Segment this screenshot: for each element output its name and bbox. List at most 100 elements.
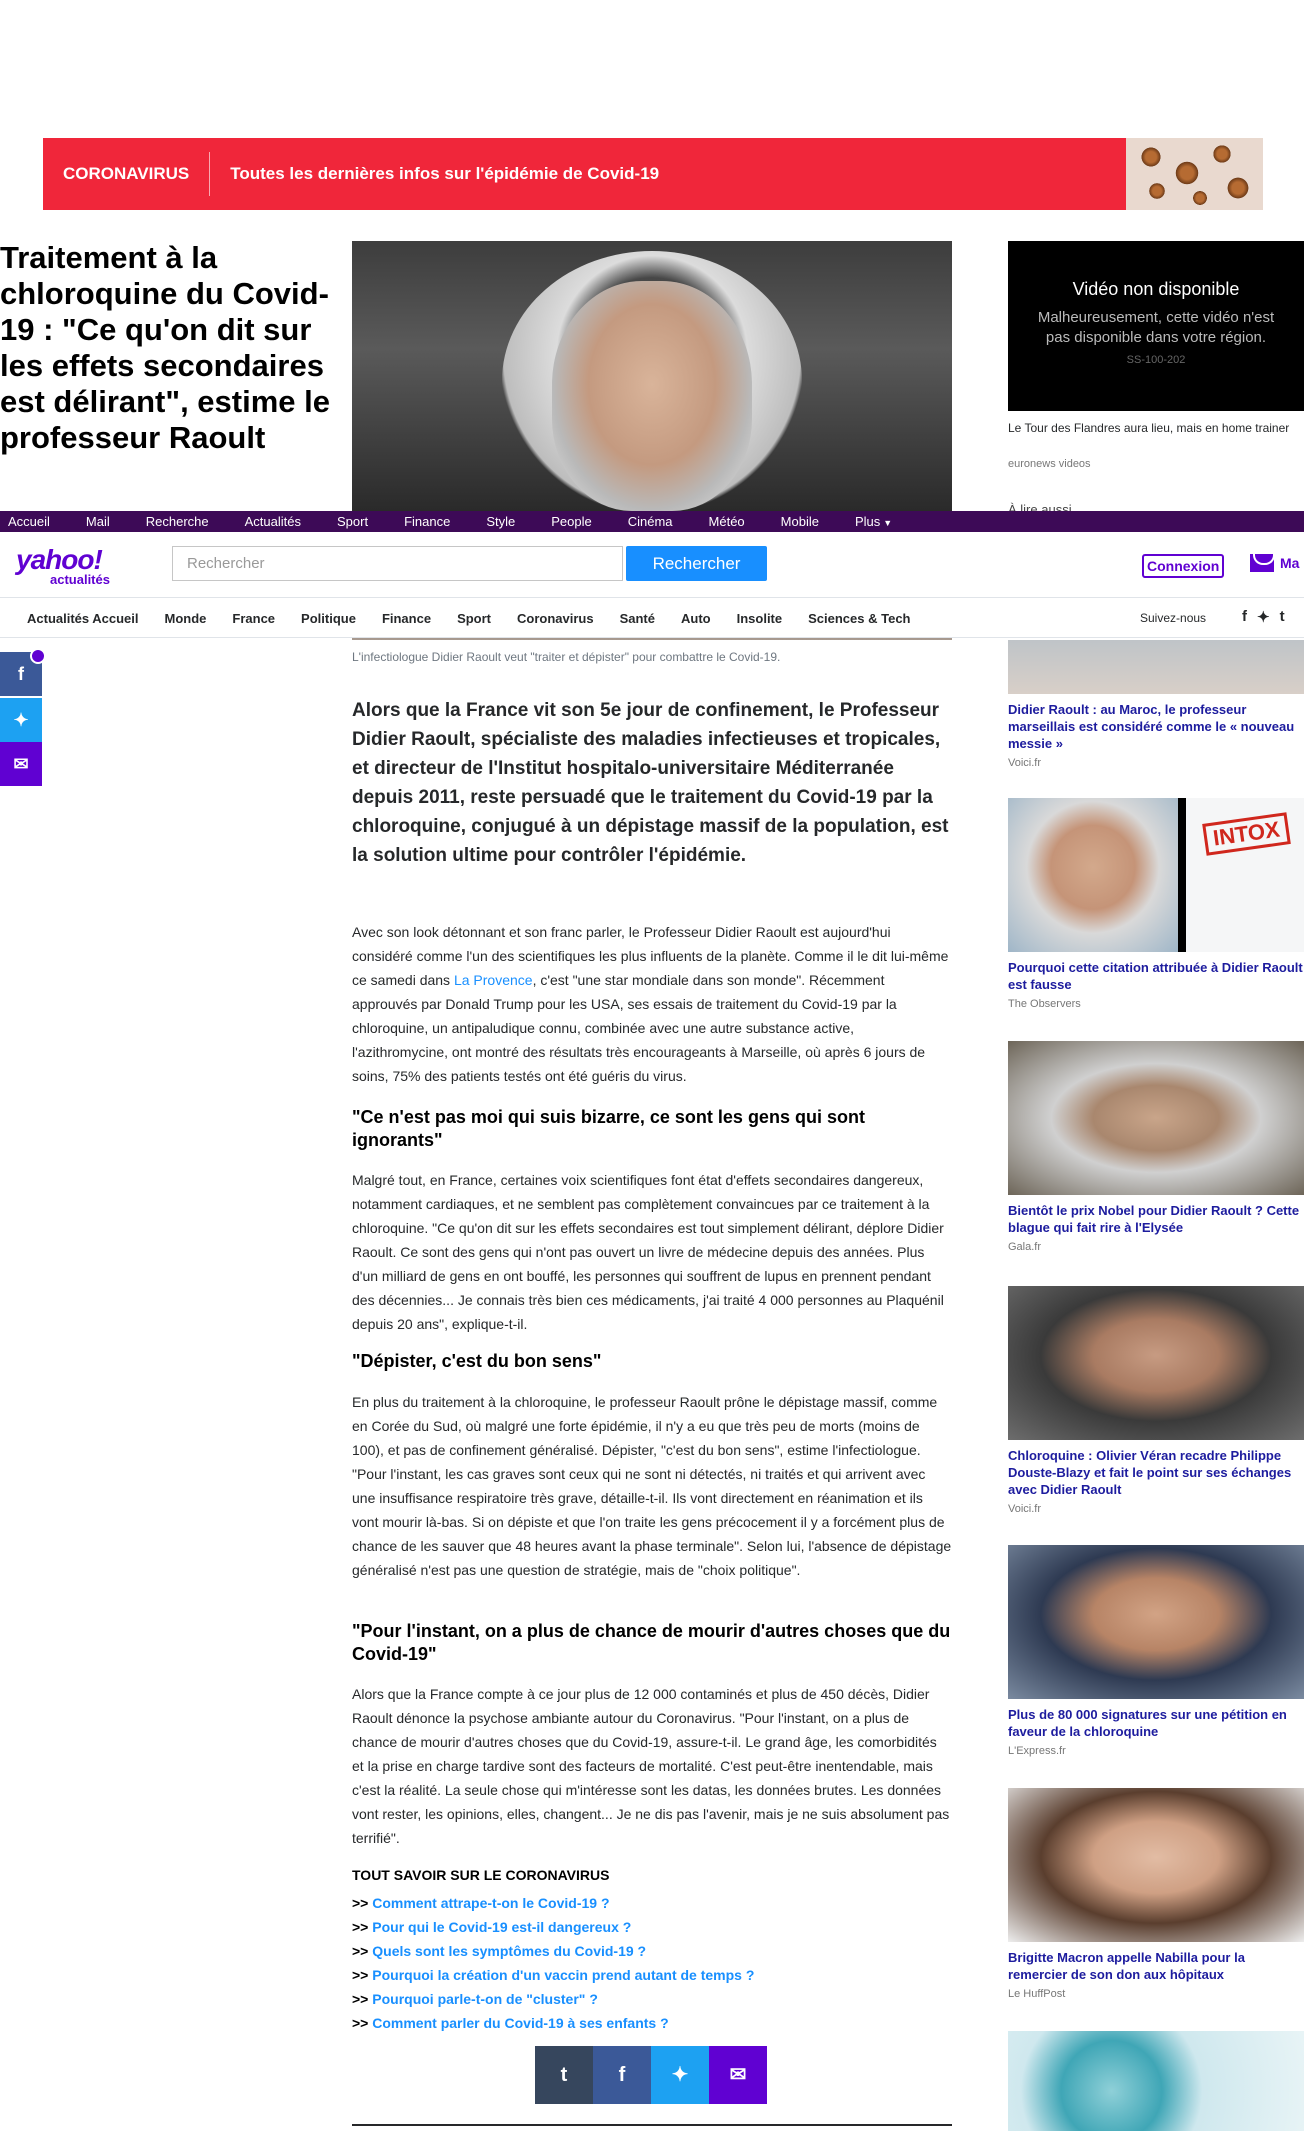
yahoo-header: yahoo! actualités Rechercher Rechercher … <box>0 532 1304 598</box>
rail-item[interactable] <box>1008 2031 1304 2131</box>
topnav-mail[interactable]: Mail <box>86 514 110 529</box>
rail-thumbnail: INTOX <box>1008 798 1304 952</box>
cat-auto[interactable]: Auto <box>681 611 711 626</box>
arrow-prefix: >> <box>352 1967 369 1983</box>
topnav-people[interactable]: People <box>551 514 591 529</box>
tout-link[interactable]: Comment parler du Covid-19 à ses enfants… <box>372 2015 668 2031</box>
rail-item[interactable]: Plus de 80 000 signatures sur une pétiti… <box>1008 1545 1304 1757</box>
video-caption[interactable]: Le Tour des Flandres aura lieu, mais en … <box>1008 420 1298 437</box>
rail-source: The Observers <box>1008 998 1081 1010</box>
tout-link[interactable]: Pourquoi la création d'un vaccin prend a… <box>372 1967 754 1983</box>
rail-source: L'Express.fr <box>1008 1745 1066 1757</box>
topnav-mobile[interactable]: Mobile <box>781 514 819 529</box>
list-item: >> Comment parler du Covid-19 à ses enfa… <box>352 2011 754 2035</box>
share-twitter-button[interactable]: ✦ <box>651 2046 709 2104</box>
rail-item[interactable]: Chloroquine : Olivier Véran recadre Phil… <box>1008 1286 1304 1515</box>
article-lede: Alors que la France vit son 5e jour de c… <box>352 700 949 866</box>
cat-politique[interactable]: Politique <box>301 611 356 626</box>
la-provence-link[interactable]: La Provence <box>454 972 533 988</box>
facebook-icon[interactable]: f <box>1242 608 1247 626</box>
rail-title[interactable]: Chloroquine : Olivier Véran recadre Phil… <box>1008 1447 1304 1498</box>
rail-thumbnail <box>1008 1041 1304 1195</box>
list-item: >> Pourquoi parle-t-on de "cluster" ? <box>352 1987 754 2011</box>
tout-savoir-list: >> Comment attrape-t-on le Covid-19 ? >>… <box>352 1891 754 2035</box>
rail-item[interactable]: Brigitte Macron appelle Nabilla pour la … <box>1008 1788 1304 2000</box>
cat-insolite[interactable]: Insolite <box>737 611 783 626</box>
rail-title[interactable]: Plus de 80 000 signatures sur une pétiti… <box>1008 1706 1304 1740</box>
tout-link[interactable]: Pour qui le Covid-19 est-il dangereux ? <box>372 1919 631 1935</box>
rail-title[interactable]: Didier Raoult : au Maroc, le professeur … <box>1008 701 1304 752</box>
cat-sport[interactable]: Sport <box>457 611 491 626</box>
login-button[interactable]: Connexion <box>1142 554 1225 578</box>
tout-link[interactable]: Pourquoi parle-t-on de "cluster" ? <box>372 1991 598 2007</box>
divider <box>352 2124 952 2126</box>
banner-tag: CORONAVIRUS <box>43 152 211 196</box>
paragraph-1: Avec son look détonnant et son franc par… <box>352 920 952 1088</box>
topnav-actualites[interactable]: Actualités <box>245 514 301 529</box>
rail-item[interactable]: Bientôt le prix Nobel pour Didier Raoult… <box>1008 1041 1304 1253</box>
tumblr-icon[interactable]: t <box>1280 608 1285 626</box>
photo-caption: L'infectiologue Didier Raoult veut "trai… <box>352 650 781 664</box>
video-message: Malheureusement, cette vidéo n'est pas d… <box>1037 309 1275 346</box>
list-item: >> Pourquoi la création d'un vaccin pren… <box>352 1963 754 1987</box>
mail-link[interactable]: Ma <box>1250 554 1299 572</box>
tout-savoir-title: TOUT SAVOIR SUR LE CORONAVIRUS <box>352 1867 610 1883</box>
share-facebook-button[interactable]: f <box>593 2046 651 2104</box>
subheading-1: "Ce n'est pas moi qui suis bizarre, ce s… <box>352 1107 865 1150</box>
topnav-plus[interactable]: Plus ▼ <box>855 514 892 529</box>
cat-monde[interactable]: Monde <box>165 611 207 626</box>
list-item: >> Pour qui le Covid-19 est-il dangereux… <box>352 1915 754 1939</box>
tout-link[interactable]: Quels sont les symptômes du Covid-19 ? <box>372 1943 646 1959</box>
topnav-accueil[interactable]: Accueil <box>8 514 50 529</box>
share-mail-button[interactable]: ✉ <box>709 2046 767 2104</box>
paragraph-4: Alors que la France compte à ce jour plu… <box>352 1686 950 1846</box>
virus-image <box>1126 138 1263 210</box>
hero-photo <box>352 241 952 511</box>
tout-link[interactable]: Comment attrape-t-on le Covid-19 ? <box>372 1895 609 1911</box>
rail-title[interactable]: Bientôt le prix Nobel pour Didier Raoult… <box>1008 1202 1304 1236</box>
cat-finance[interactable]: Finance <box>382 611 431 626</box>
video-title: Vidéo non disponible <box>1072 279 1240 299</box>
cat-coronavirus[interactable]: Coronavirus <box>517 611 594 626</box>
follow-label: Suivez-nous <box>1140 611 1207 625</box>
cat-france[interactable]: France <box>232 611 275 626</box>
rail-thumbnail <box>1008 1545 1304 1699</box>
cat-sante[interactable]: Santé <box>620 611 655 626</box>
yahoo-logo-sub: actualités <box>50 572 110 587</box>
video-source: euronews videos <box>1008 458 1091 470</box>
article-headline: Traitement à la chloroquine du Covid-19 … <box>0 240 330 455</box>
topnav-meteo[interactable]: Météo <box>709 514 745 529</box>
topnav-style[interactable]: Style <box>486 514 515 529</box>
rail-source: Voici.fr <box>1008 1503 1042 1515</box>
cat-sciences-tech[interactable]: Sciences & Tech <box>808 611 910 626</box>
coronavirus-banner[interactable]: CORONAVIRUS Toutes les dernières infos s… <box>43 138 1263 210</box>
cat-actualites-accueil[interactable]: Actualités Accueil <box>27 611 139 626</box>
share-tumblr-button[interactable]: t <box>535 2046 593 2104</box>
paragraph-3: En plus du traitement à la chloroquine, … <box>352 1394 952 1578</box>
video-code: SS-100-202 <box>1126 354 1186 366</box>
yahoo-logo[interactable]: yahoo! <box>16 546 103 574</box>
search-button[interactable]: Rechercher <box>626 546 767 581</box>
topnav-sport[interactable]: Sport <box>337 514 368 529</box>
rail-title[interactable]: Pourquoi cette citation attribuée à Didi… <box>1008 959 1304 993</box>
topnav-recherche[interactable]: Recherche <box>146 514 209 529</box>
rail-source: Gala.fr <box>1008 1241 1042 1253</box>
topnav-cinema[interactable]: Cinéma <box>628 514 673 529</box>
rail-thumbnail <box>1008 1286 1304 1440</box>
rail-item[interactable]: INTOX Pourquoi cette citation attribuée … <box>1008 798 1304 1010</box>
topnav-finance[interactable]: Finance <box>404 514 450 529</box>
chevron-down-icon: ▼ <box>883 518 893 528</box>
search-input[interactable]: Rechercher <box>172 546 623 581</box>
mail-icon <box>1250 554 1275 572</box>
video-player[interactable]: Vidéo non disponible Malheureusement, ce… <box>1008 241 1304 411</box>
rail-item[interactable]: Didier Raoult : au Maroc, le professeur … <box>1008 640 1304 769</box>
topnav-plus-label: Plus <box>854 514 881 529</box>
list-item: >> Comment attrape-t-on le Covid-19 ? <box>352 1891 754 1915</box>
twitter-icon[interactable]: ✦ <box>1257 608 1270 626</box>
banner-text[interactable]: Toutes les dernières infos sur l'épidémi… <box>210 164 1126 184</box>
share-twitter-side[interactable]: ✦ <box>0 698 42 742</box>
paragraph-2: Malgré tout, en France, certaines voix s… <box>352 1172 944 1332</box>
rail-title[interactable]: Brigitte Macron appelle Nabilla pour la … <box>1008 1949 1304 1983</box>
share-mail-side[interactable]: ✉ <box>0 742 42 786</box>
category-nav: Actualités Accueil Monde France Politiqu… <box>0 599 1304 638</box>
